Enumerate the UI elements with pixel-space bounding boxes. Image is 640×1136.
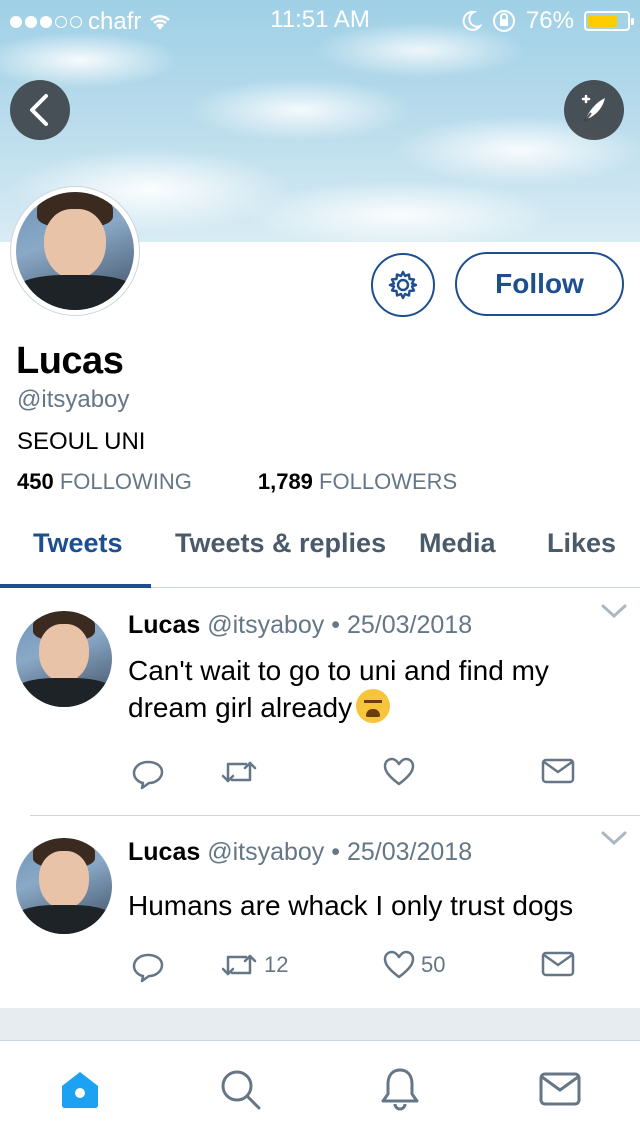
tab-search[interactable]	[216, 1065, 264, 1113]
tweet-author-name: Lucas	[128, 611, 201, 639]
like-button[interactable]: 50	[383, 950, 445, 980]
status-bar: chafr 11:51 AM 76%	[0, 0, 640, 40]
tweet-text: Humans are whack I only trust dogs	[128, 890, 574, 921]
tweet-avatar[interactable]	[16, 611, 112, 707]
following-stat[interactable]: 450 FOLLOWING	[17, 469, 192, 495]
back-arrow-icon	[30, 94, 48, 126]
active-tab-indicator	[0, 584, 151, 588]
settings-button[interactable]	[371, 253, 435, 317]
tab-notifications[interactable]	[376, 1065, 424, 1113]
search-icon	[221, 1070, 261, 1110]
tab-tweets-replies[interactable]: Tweets & replies	[175, 528, 386, 559]
profile-page: chafr 11:51 AM 76% Follow Lucas @itsyabo…	[0, 0, 640, 1136]
tab-home[interactable]	[56, 1065, 104, 1113]
tweet-header: Lucas @itsyaboy • 25/03/2018	[128, 611, 472, 640]
follow-button[interactable]: Follow	[455, 252, 624, 316]
like-count: 50	[421, 952, 446, 977]
tweet-actions	[0, 757, 640, 797]
gear-icon	[388, 270, 418, 300]
tweet-date: 25/03/2018	[346, 838, 473, 866]
tweet-separator: •	[331, 611, 341, 639]
tweet-actions: 12 50	[0, 950, 640, 990]
battery-icon	[584, 11, 634, 31]
tweet-author-name: Lucas	[128, 838, 201, 866]
compose-button[interactable]	[564, 80, 624, 140]
tweet-avatar[interactable]	[16, 838, 112, 934]
avatar-photo	[16, 192, 134, 310]
reply-button[interactable]	[131, 950, 165, 984]
tweet-author-handle: @itsyaboy	[207, 611, 325, 639]
retweet-icon	[221, 761, 257, 783]
heart-icon	[383, 950, 415, 979]
retweet-icon	[221, 954, 257, 976]
status-right: 76%	[462, 7, 634, 35]
followers-label: FOLLOWERS	[319, 469, 458, 494]
moon-icon	[462, 10, 482, 31]
bell-icon	[381, 1068, 419, 1111]
timeline-end-spacer	[0, 1008, 640, 1040]
envelope-icon	[541, 758, 575, 784]
tab-likes[interactable]: Likes	[547, 528, 616, 559]
followers-count: 1,789	[257, 469, 313, 494]
chevron-down-icon[interactable]	[600, 601, 628, 621]
profile-tabs: Tweets Tweets & replies Media Likes	[0, 512, 640, 588]
tab-messages[interactable]	[536, 1065, 584, 1113]
like-button[interactable]	[383, 757, 421, 787]
retweet-count: 12	[264, 952, 289, 977]
tab-tweets[interactable]: Tweets	[33, 528, 123, 559]
bottom-tab-bar	[0, 1040, 640, 1136]
retweet-button[interactable]: 12	[220, 950, 288, 980]
compose-feather-icon	[581, 94, 605, 122]
profile-name: Lucas	[16, 340, 124, 382]
mail-icon	[539, 1072, 581, 1106]
tab-media[interactable]: Media	[419, 528, 496, 559]
tweet-text: Can't wait to go to uni and find my drea…	[128, 653, 618, 726]
reply-icon	[132, 760, 164, 790]
followers-stat[interactable]: 1,789 FOLLOWERS	[258, 469, 457, 495]
profile-stats: 450 FOLLOWING 1,789 FOLLOWERS	[17, 469, 457, 495]
profile-handle: @itsyaboy	[17, 386, 130, 413]
tweet-separator: •	[331, 838, 341, 866]
tired-face-emoji-icon	[356, 689, 391, 723]
back-button[interactable]	[10, 80, 70, 140]
tweet-header: Lucas @itsyaboy • 25/03/2018	[128, 838, 472, 867]
profile-avatar[interactable]	[10, 186, 140, 316]
home-icon	[62, 1072, 98, 1108]
following-label: FOLLOWING	[59, 469, 192, 494]
tweet-text-content: Can't wait to go to uni and find my drea…	[128, 655, 549, 723]
heart-icon	[383, 757, 415, 786]
reply-button[interactable]	[131, 757, 165, 791]
rotation-lock-icon	[492, 10, 515, 32]
tweet-date: 25/03/2018	[346, 611, 473, 639]
tweet-card[interactable]: Lucas @itsyaboy • 25/03/2018 Can't wait …	[0, 589, 640, 815]
following-count: 450	[17, 469, 54, 494]
envelope-icon	[541, 951, 575, 977]
retweet-button[interactable]	[220, 757, 264, 787]
battery-percent: 76%	[525, 7, 574, 34]
dm-button[interactable]	[541, 757, 575, 785]
chevron-down-icon[interactable]	[600, 828, 628, 848]
dm-button[interactable]	[541, 950, 575, 978]
reply-icon	[132, 953, 164, 983]
tweet-author-handle: @itsyaboy	[207, 838, 325, 866]
profile-bio: SEOUL UNI	[17, 428, 146, 455]
tweet-card[interactable]: Lucas @itsyaboy • 25/03/2018 Humans are …	[0, 816, 640, 1008]
